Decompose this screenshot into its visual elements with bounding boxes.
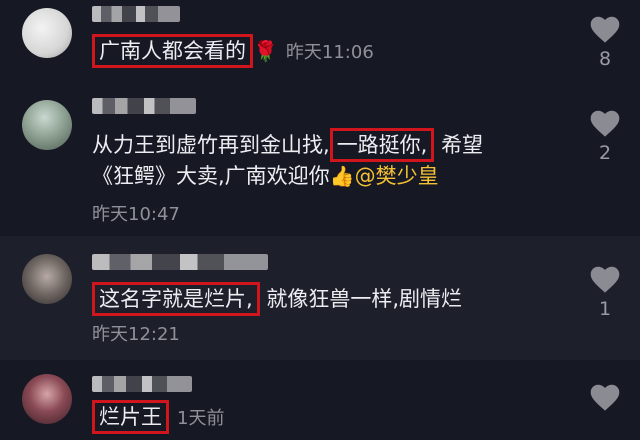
heart-icon: [590, 110, 620, 137]
avatar[interactable]: [22, 8, 72, 58]
username-blurred[interactable]: [92, 376, 192, 392]
like-count: 2: [598, 142, 612, 164]
like-count: 8: [598, 48, 612, 70]
comment-text-boxed: 这名字就是烂片,: [99, 287, 253, 311]
heart-icon: [590, 384, 620, 411]
highlight-box: 一路挺你,: [329, 128, 435, 162]
comment-item: 这名字就是烂片, 就像狂兽一样,剧情烂 昨天12:21 1: [0, 236, 640, 360]
comment-time: 昨天10:47: [92, 204, 180, 225]
like-count: 1: [598, 298, 612, 320]
comment-text-line-2: 《狂鳄》大卖,广南欢迎你👍@樊少皇: [92, 160, 562, 192]
comment-text-boxed: 广南人都会看的: [99, 39, 246, 63]
comment-item: 烂片王 1天前: [0, 362, 640, 440]
comment-text-part: 从力王到虚竹再到金山找,: [92, 133, 330, 157]
comment-time: 昨天12:21: [92, 324, 180, 345]
comment-item: 广南人都会看的 🌹 昨天11:06 8: [0, 0, 640, 80]
comment-time: 昨天11:06: [285, 42, 374, 63]
comment-item: 从力王到虚竹再到金山找, 一路挺你, 希望 《狂鳄》大卖,广南欢迎你👍@樊少皇 昨…: [0, 88, 640, 234]
username-blurred[interactable]: [92, 98, 196, 114]
username-blurred[interactable]: [92, 6, 180, 22]
heart-icon: [590, 16, 620, 43]
comment-text-boxed: 一路挺你,: [336, 133, 428, 157]
comment-text: 这名字就是烂片, 就像狂兽一样,剧情烂: [92, 282, 562, 316]
comment-time: 1天前: [177, 408, 225, 429]
like-button[interactable]: 8: [588, 14, 622, 70]
comment-text-boxed: 烂片王: [99, 405, 162, 429]
comment-text-part: 就像狂兽一样,剧情烂: [266, 287, 463, 311]
rose-emoji-icon: 🌹: [253, 39, 278, 63]
comment-text-part: 《狂鳄》大卖,广南欢迎你: [92, 164, 330, 188]
comment-text: 烂片王 1天前: [92, 400, 562, 435]
avatar[interactable]: [22, 374, 72, 424]
comment-text: 广南人都会看的 🌹 昨天11:06: [92, 34, 562, 69]
avatar[interactable]: [22, 254, 72, 304]
avatar[interactable]: [22, 100, 72, 150]
comment-text-part: 希望: [441, 133, 484, 157]
heart-icon: [590, 266, 620, 293]
mention-link[interactable]: @樊少皇: [355, 164, 439, 188]
highlight-box: 烂片王: [92, 400, 169, 434]
thumbs-up-emoji-icon: 👍: [329, 164, 355, 188]
like-button[interactable]: 1: [588, 264, 622, 320]
like-button[interactable]: 2: [588, 108, 622, 164]
highlight-box: 广南人都会看的: [92, 34, 253, 68]
comment-text-line-1: 从力王到虚竹再到金山找, 一路挺你, 希望: [92, 128, 562, 162]
username-blurred[interactable]: [92, 254, 268, 270]
highlight-box: 这名字就是烂片,: [92, 282, 260, 316]
like-button[interactable]: [588, 382, 622, 412]
